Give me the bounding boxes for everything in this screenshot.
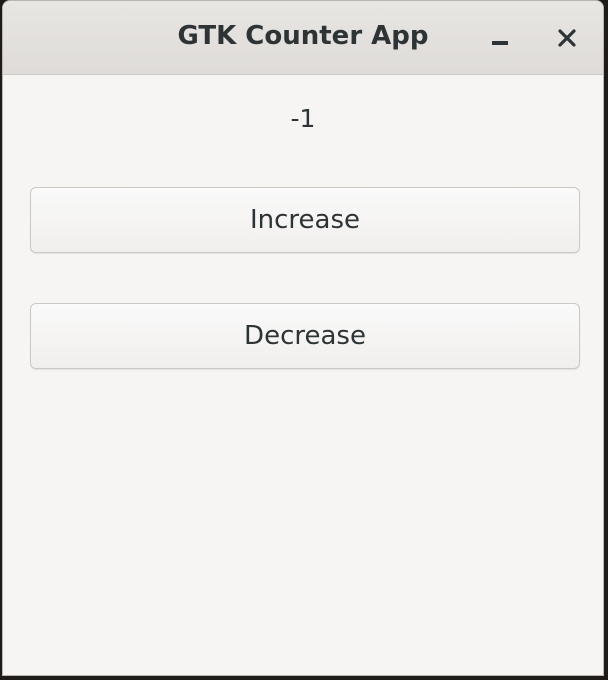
increase-button[interactable]: Increase xyxy=(30,187,580,253)
title-bar[interactable]: GTK Counter App xyxy=(3,1,603,75)
app-window: GTK Counter App -1 Increase Decrease xyxy=(2,0,604,676)
minimize-button[interactable] xyxy=(483,21,517,55)
close-button[interactable] xyxy=(550,21,584,55)
close-icon xyxy=(558,29,576,47)
counter-value-label: -1 xyxy=(290,104,316,133)
minimize-icon xyxy=(492,41,508,45)
decrease-button[interactable]: Decrease xyxy=(30,303,580,369)
